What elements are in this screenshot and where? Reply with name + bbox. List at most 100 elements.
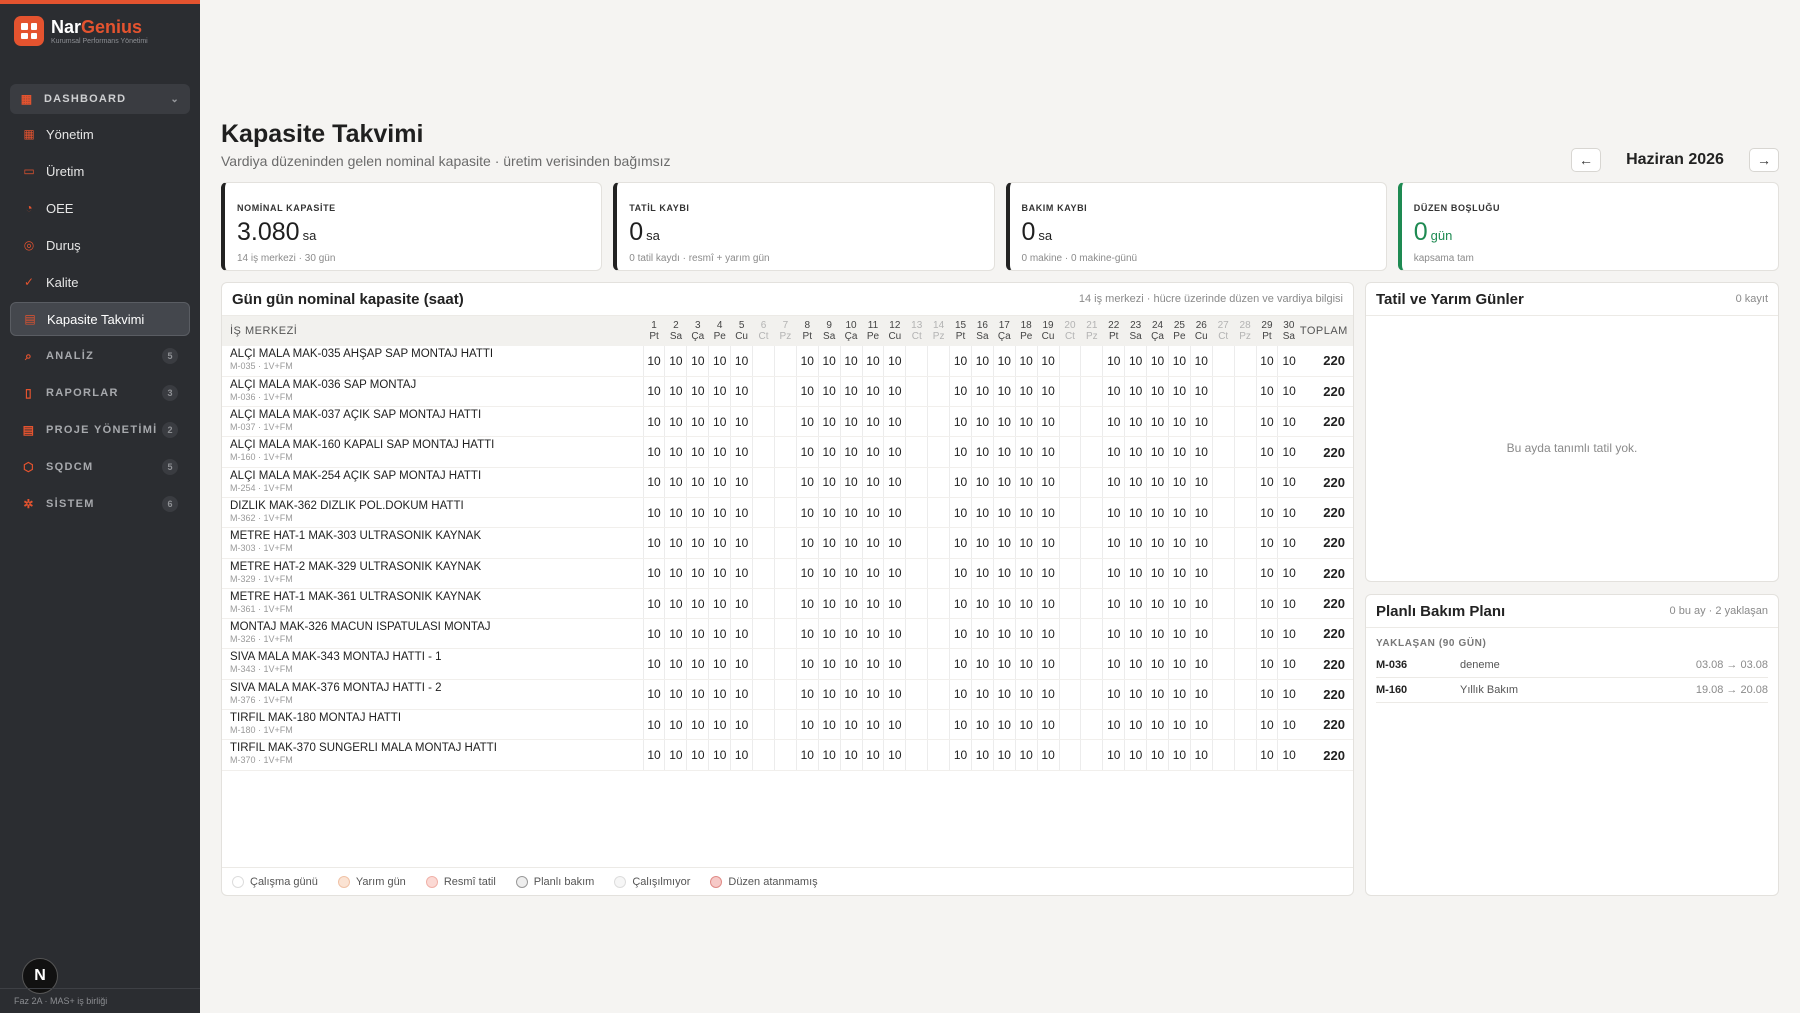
day-cell[interactable]: 10 (839, 467, 862, 498)
day-cell-off[interactable] (1211, 709, 1235, 741)
day-cell-off[interactable] (1080, 709, 1103, 741)
day-cell[interactable]: 10 (861, 709, 884, 741)
day-cell[interactable]: 10 (664, 679, 687, 711)
day-cell[interactable]: 10 (839, 346, 862, 377)
day-cell[interactable]: 10 (730, 588, 753, 620)
day-cell-off[interactable] (927, 588, 950, 620)
day-cell-off[interactable] (1211, 739, 1235, 771)
day-cell-off[interactable] (773, 436, 797, 468)
day-cell[interactable]: 10 (861, 436, 884, 468)
day-cell-off[interactable] (905, 558, 928, 589)
day-cell-off[interactable] (905, 376, 928, 408)
day-cell[interactable]: 10 (664, 436, 687, 468)
day-cell[interactable]: 10 (992, 527, 1016, 559)
day-cell[interactable]: 10 (1255, 467, 1278, 498)
day-cell[interactable]: 10 (730, 527, 753, 559)
day-cell[interactable]: 10 (664, 527, 687, 559)
day-cell-off[interactable] (927, 467, 950, 498)
day-cell[interactable]: 10 (1255, 709, 1278, 741)
day-cell[interactable]: 10 (1255, 558, 1278, 589)
day-cell[interactable]: 10 (1277, 679, 1300, 711)
day-cell-off[interactable] (773, 346, 797, 377)
day-cell-off[interactable] (1058, 558, 1081, 589)
day-cell[interactable]: 10 (664, 497, 687, 529)
day-cell[interactable]: 10 (1277, 436, 1300, 468)
day-cell[interactable]: 10 (730, 346, 753, 377)
day-cell[interactable]: 10 (795, 588, 819, 620)
day-cell[interactable]: 10 (817, 497, 841, 529)
day-cell-off[interactable] (1211, 527, 1235, 559)
day-cell[interactable]: 10 (970, 618, 994, 650)
day-cell[interactable]: 10 (1277, 527, 1300, 559)
day-cell[interactable]: 10 (1167, 588, 1191, 620)
day-cell-off[interactable] (927, 406, 950, 438)
day-cell-off[interactable] (927, 346, 950, 377)
day-cell[interactable]: 10 (664, 588, 687, 620)
day-cell-off[interactable] (1080, 376, 1103, 408)
day-cell-off[interactable] (1058, 497, 1081, 529)
day-cell[interactable]: 10 (664, 648, 687, 680)
sidebar-item-durus[interactable]: ◎ Duruş (10, 228, 190, 262)
day-cell-off[interactable] (1211, 618, 1235, 650)
day-cell[interactable]: 10 (708, 679, 731, 711)
day-cell-off[interactable] (773, 406, 797, 438)
day-cell[interactable]: 10 (883, 467, 906, 498)
day-cell[interactable]: 10 (642, 467, 665, 498)
day-cell-off[interactable] (1233, 467, 1257, 498)
day-cell[interactable]: 10 (664, 467, 687, 498)
day-cell[interactable]: 10 (708, 346, 731, 377)
day-cell[interactable]: 10 (1277, 648, 1300, 680)
nav-section-raporlar[interactable]: ▯ RAPORLAR 3 (10, 376, 190, 410)
day-cell[interactable]: 10 (730, 376, 753, 408)
day-cell[interactable]: 10 (1102, 739, 1125, 771)
day-cell[interactable]: 10 (949, 346, 972, 377)
day-cell-off[interactable] (1233, 346, 1257, 377)
day-cell[interactable]: 10 (861, 679, 884, 711)
day-cell-off[interactable] (752, 376, 775, 408)
day-cell[interactable]: 10 (839, 406, 862, 438)
day-cell[interactable]: 10 (1146, 467, 1169, 498)
day-cell[interactable]: 10 (795, 618, 819, 650)
day-cell-off[interactable] (1211, 346, 1235, 377)
day-cell[interactable]: 10 (949, 679, 972, 711)
day-cell[interactable]: 10 (1014, 648, 1038, 680)
day-cell[interactable]: 10 (1146, 648, 1169, 680)
day-cell[interactable]: 10 (1036, 558, 1060, 589)
day-cell[interactable]: 10 (949, 739, 972, 771)
day-cell-off[interactable] (905, 467, 928, 498)
day-cell[interactable]: 10 (1167, 527, 1191, 559)
day-cell[interactable]: 10 (861, 648, 884, 680)
day-cell[interactable]: 10 (1277, 618, 1300, 650)
day-cell[interactable]: 10 (817, 527, 841, 559)
day-cell[interactable]: 10 (817, 406, 841, 438)
day-cell[interactable]: 10 (1146, 588, 1169, 620)
day-cell[interactable]: 10 (1167, 739, 1191, 771)
day-cell[interactable]: 10 (839, 679, 862, 711)
day-cell-off[interactable] (1211, 588, 1235, 620)
day-cell[interactable]: 10 (642, 618, 665, 650)
day-cell[interactable]: 10 (1255, 679, 1278, 711)
day-cell[interactable]: 10 (1277, 376, 1300, 408)
day-cell-off[interactable] (752, 709, 775, 741)
day-cell[interactable]: 10 (664, 709, 687, 741)
day-cell[interactable]: 10 (1189, 527, 1213, 559)
day-cell[interactable]: 10 (883, 648, 906, 680)
day-cell[interactable]: 10 (839, 558, 862, 589)
day-cell[interactable]: 10 (883, 346, 906, 377)
day-cell[interactable]: 10 (1146, 618, 1169, 650)
day-cell[interactable]: 10 (664, 406, 687, 438)
day-cell[interactable]: 10 (1277, 739, 1300, 771)
day-cell[interactable]: 10 (861, 406, 884, 438)
day-cell[interactable]: 10 (1167, 679, 1191, 711)
day-cell[interactable]: 10 (708, 648, 731, 680)
day-cell[interactable]: 10 (686, 527, 709, 559)
day-cell[interactable]: 10 (949, 527, 972, 559)
day-cell[interactable]: 10 (839, 709, 862, 741)
day-cell[interactable]: 10 (686, 346, 709, 377)
day-cell[interactable]: 10 (1189, 467, 1213, 498)
day-cell-off[interactable] (752, 558, 775, 589)
day-cell[interactable]: 10 (642, 739, 665, 771)
day-cell-off[interactable] (905, 709, 928, 741)
day-cell[interactable]: 10 (1124, 588, 1147, 620)
day-cell[interactable]: 10 (1255, 376, 1278, 408)
